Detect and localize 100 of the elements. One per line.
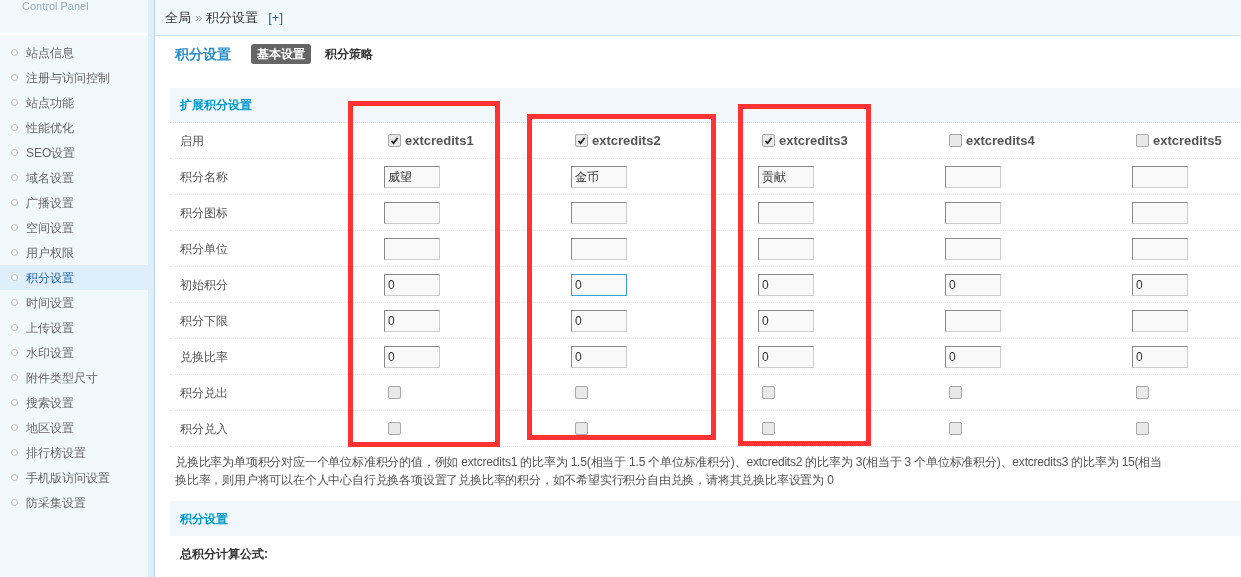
row-label: 初始积分 [179, 276, 229, 294]
text-field[interactable] [384, 237, 440, 260]
help-text: 换比率，则用户将可以在个人中心自行兑换各项设置了兑换比率的积分，如不希望实行积分自由兑换，请将其兑换比率设置为 0 [175, 472, 835, 489]
row-label: 积分下限 [179, 312, 229, 330]
text-field[interactable] [571, 237, 627, 260]
formula-label: 总积分计算公式: [178, 546, 269, 563]
text-field[interactable]: 威望 [384, 165, 440, 188]
text-field[interactable] [945, 237, 1001, 260]
bullet-icon [11, 274, 18, 281]
checkbox[interactable] [1136, 134, 1149, 147]
sidebar-item[interactable]: 水印设置 [0, 340, 148, 365]
sidebar-item[interactable]: SEO设置 [0, 140, 148, 165]
text-field[interactable]: 0 [945, 345, 1001, 368]
checkbox[interactable] [762, 422, 775, 435]
row-label: 兑换比率 [179, 348, 229, 366]
tab[interactable]: 积分策略 [319, 44, 379, 64]
text-field[interactable]: 0 [1132, 345, 1188, 368]
breadcrumb-link[interactable]: 全局 [165, 7, 191, 28]
sidebar-item[interactable]: 上传设置 [0, 315, 148, 340]
page-title: 积分设置 [173, 44, 231, 64]
bullet-icon [11, 124, 18, 131]
sidebar-item[interactable]: 地区设置 [0, 415, 148, 440]
checkbox[interactable] [388, 422, 401, 435]
row-label: 积分兑出 [179, 384, 229, 402]
bullet-icon [11, 99, 18, 106]
text-field[interactable]: 0 [1132, 273, 1188, 296]
text-field[interactable] [571, 201, 627, 224]
checkbox[interactable] [575, 134, 588, 147]
sidebar-item[interactable]: 域名设置 [0, 165, 148, 190]
text-field[interactable]: 0 [945, 273, 1001, 296]
section-header: 积分设置 [170, 501, 1241, 536]
column-label: extcredits4 [966, 131, 1035, 150]
text-field[interactable] [758, 201, 814, 224]
bullet-icon [11, 49, 18, 56]
row-label: 积分兑入 [179, 420, 229, 438]
column-label: extcredits3 [779, 131, 848, 150]
column-label: extcredits2 [592, 131, 661, 150]
text-field[interactable] [758, 237, 814, 260]
bullet-icon [11, 349, 18, 356]
text-field[interactable] [1132, 309, 1188, 332]
sidebar-item[interactable]: 排行榜设置 [0, 440, 148, 465]
sidebar-item[interactable]: 积分设置 [0, 265, 148, 290]
bullet-icon [11, 224, 18, 231]
sidebar-item[interactable]: 空间设置 [0, 215, 148, 240]
section-header: 扩展积分设置 [170, 88, 1241, 123]
sidebar-item[interactable]: 附件类型尺寸 [0, 365, 148, 390]
add-link[interactable]: [+] [268, 7, 284, 28]
checkbox[interactable] [762, 386, 775, 399]
sidebar-item[interactable]: 站点信息 [0, 40, 148, 65]
text-field[interactable]: 0 [384, 309, 440, 332]
sidebar-item[interactable]: 注册与访问控制 [0, 65, 148, 90]
bullet-icon [11, 399, 18, 406]
sidebar-item[interactable]: 搜索设置 [0, 390, 148, 415]
text-field[interactable] [384, 201, 440, 224]
checkbox[interactable] [388, 386, 401, 399]
text-field[interactable] [1132, 201, 1188, 224]
checkbox[interactable] [575, 386, 588, 399]
text-field[interactable] [945, 309, 1001, 332]
checkbox[interactable] [575, 422, 588, 435]
text-field[interactable]: 0 [758, 309, 814, 332]
text-field[interactable]: 0 [384, 345, 440, 368]
help-text: 兑换比率为单项积分对应一个单位标准积分的值，例如 extcredits1 的比率为 1.5(相当于 1.5 个单位标准积分)、extcredits2 的比率为 3(相当于 3 个单位标准积分)、extcredits3 的比率为 15(相当 [175, 454, 1163, 471]
text-field[interactable]: 0 [384, 273, 440, 296]
row-label: 积分名称 [179, 168, 229, 186]
bullet-icon [11, 374, 18, 381]
text-field[interactable] [945, 165, 1001, 188]
bullet-icon [11, 249, 18, 256]
bullet-icon [11, 199, 18, 206]
checkbox[interactable] [949, 422, 962, 435]
checkbox[interactable] [1136, 422, 1149, 435]
text-field[interactable] [1132, 165, 1188, 188]
text-field[interactable] [1132, 237, 1188, 260]
text-field[interactable]: 金币 [571, 165, 627, 188]
sidebar-item[interactable]: 手机版访问设置 [0, 465, 148, 490]
text-field[interactable]: 0 [758, 273, 814, 296]
checkbox[interactable] [388, 134, 401, 147]
row-label: 积分单位 [179, 240, 229, 258]
text-field[interactable]: 0 [571, 345, 627, 368]
checkbox[interactable] [762, 134, 775, 147]
bullet-icon [11, 299, 18, 306]
sidebar-item[interactable]: 时间设置 [0, 290, 148, 315]
tab[interactable]: 基本设置 [251, 44, 311, 64]
sidebar-item[interactable]: 广播设置 [0, 190, 148, 215]
checkbox[interactable] [1136, 386, 1149, 399]
text-field[interactable]: 0 [758, 345, 814, 368]
sidebar-item[interactable]: 站点功能 [0, 90, 148, 115]
sidebar-item[interactable]: 用户权限 [0, 240, 148, 265]
bullet-icon [11, 499, 18, 506]
column-label: extcredits5 [1153, 131, 1222, 150]
checkbox[interactable] [949, 134, 962, 147]
text-field[interactable]: 0 [571, 309, 627, 332]
bullet-icon [11, 424, 18, 431]
sidebar-item[interactable]: 防采集设置 [0, 490, 148, 515]
text-field[interactable] [945, 201, 1001, 224]
bullet-icon [11, 74, 18, 81]
sidebar-item[interactable]: 性能优化 [0, 115, 148, 140]
checkbox[interactable] [949, 386, 962, 399]
text-field[interactable]: 0 [571, 273, 627, 296]
bullet-icon [11, 449, 18, 456]
text-field[interactable]: 贡献 [758, 165, 814, 188]
